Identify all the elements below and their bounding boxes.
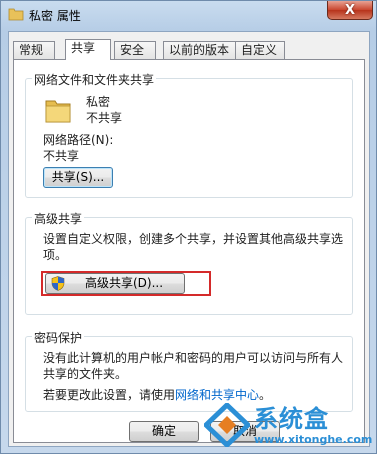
password-change-prefix: 若要更改此设置，请使用 xyxy=(43,388,176,402)
share-button[interactable]: 共享(S)... xyxy=(43,167,113,188)
close-icon: X xyxy=(344,2,356,18)
tab-security[interactable]: 安全 xyxy=(114,41,156,59)
watermark-logo: 系统盒 www.xitonghe.com xyxy=(204,399,374,451)
sharing-panel: 网络文件和文件夹共享 私密 不共享 网络路径(N): 不共享 共享(S)... … xyxy=(13,59,365,443)
title-bar[interactable]: 私密 属性 X xyxy=(1,1,377,29)
folder-share-status: 不共享 xyxy=(86,111,123,125)
watermark-brand: 系统盒 xyxy=(254,405,329,433)
folder-name: 私密 xyxy=(86,95,111,109)
advanced-share-button[interactable]: 高级共享(D)... xyxy=(45,273,185,294)
network-path-label: 网络路径(N): xyxy=(43,133,114,147)
dialog-client: 常规 共享 安全 以前的版本 自定义 网络文件和文件夹共享 私密 不共享 网络路… xyxy=(8,31,370,447)
network-share-group: 网络文件和文件夹共享 私密 不共享 网络路径(N): 不共享 共享(S)... xyxy=(25,71,353,198)
ok-button[interactable]: 确定 xyxy=(129,421,199,442)
properties-window: 私密 属性 X 常规 共享 安全 以前的版本 自定义 网络文件和文件夹共享 私密… xyxy=(0,0,377,454)
tab-previous-versions[interactable]: 以前的版本 xyxy=(163,41,239,59)
advanced-share-label: 高级共享(D)... xyxy=(84,276,164,290)
watermark-logo-icon xyxy=(204,403,250,447)
advanced-share-description-cont: 项。 xyxy=(43,248,68,262)
advanced-share-group: 高级共享 设置自定义权限，创建多个共享，并设置其他高级共享选 项。 高级共享(D… xyxy=(25,210,353,315)
password-info-line1: 没有此计算机的用户帐户和密码的用户可以访问与所有人 xyxy=(43,351,344,365)
close-button[interactable]: X xyxy=(327,1,373,20)
tab-sharing[interactable]: 共享 xyxy=(65,39,111,60)
shield-icon xyxy=(51,276,65,291)
watermark-url: www.xitonghe.com xyxy=(254,433,373,446)
folder-icon xyxy=(45,100,71,123)
password-info-line2: 共享的文件夹。 xyxy=(43,367,128,381)
network-path-value: 不共享 xyxy=(43,149,80,163)
folder-icon xyxy=(8,8,24,21)
window-title: 私密 属性 xyxy=(29,9,81,23)
network-share-title: 网络文件和文件夹共享 xyxy=(32,71,157,88)
tab-customize[interactable]: 自定义 xyxy=(235,41,285,59)
password-protection-title: 密码保护 xyxy=(32,329,85,346)
advanced-share-title: 高级共享 xyxy=(32,210,85,227)
tab-general[interactable]: 常规 xyxy=(13,41,55,59)
advanced-share-description: 设置自定义权限，创建多个共享，并设置其他高级共享选 xyxy=(43,232,344,246)
